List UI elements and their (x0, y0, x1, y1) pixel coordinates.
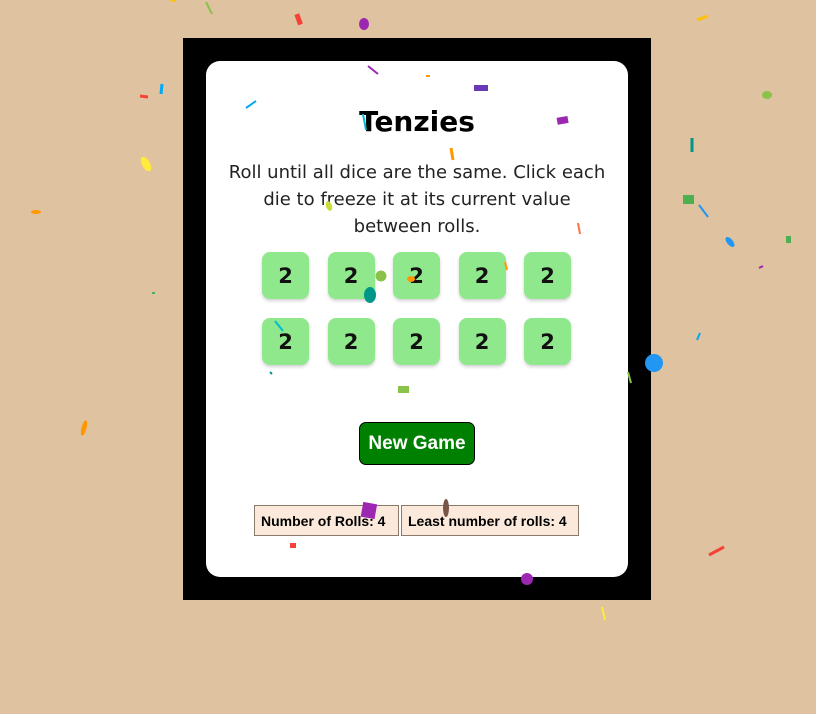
die-8[interactable]: 2 (393, 318, 440, 365)
die-2[interactable]: 2 (327, 252, 375, 299)
game-card: Tenzies Roll until all dice are the same… (206, 61, 628, 577)
die-4[interactable]: 2 (458, 252, 506, 299)
least-rolls-count: Least number of rolls: 4 (401, 505, 579, 536)
die-9[interactable]: 2 (458, 318, 506, 365)
rolls-count: Number of Rolls: 4 (254, 505, 399, 536)
dice-grid: 2 2 2 2 2 2 2 2 2 2 (262, 252, 571, 365)
game-page: { "game": { "title": "Tenzies", "instruc… (0, 0, 816, 714)
new-game-button[interactable]: New Game (359, 422, 475, 465)
die-1[interactable]: 2 (262, 252, 309, 299)
game-frame: Tenzies Roll until all dice are the same… (183, 38, 651, 600)
die-7[interactable]: 2 (327, 318, 375, 365)
stats-bar: Number of Rolls: 4 Least number of rolls… (254, 505, 579, 536)
die-5[interactable]: 2 (524, 252, 571, 299)
game-instructions: Roll until all dice are the same. Click … (228, 162, 606, 237)
game-title: Tenzies (359, 105, 475, 138)
die-6[interactable]: 2 (262, 318, 309, 365)
die-10[interactable]: 2 (524, 318, 571, 365)
die-3[interactable]: 2 (393, 252, 440, 299)
